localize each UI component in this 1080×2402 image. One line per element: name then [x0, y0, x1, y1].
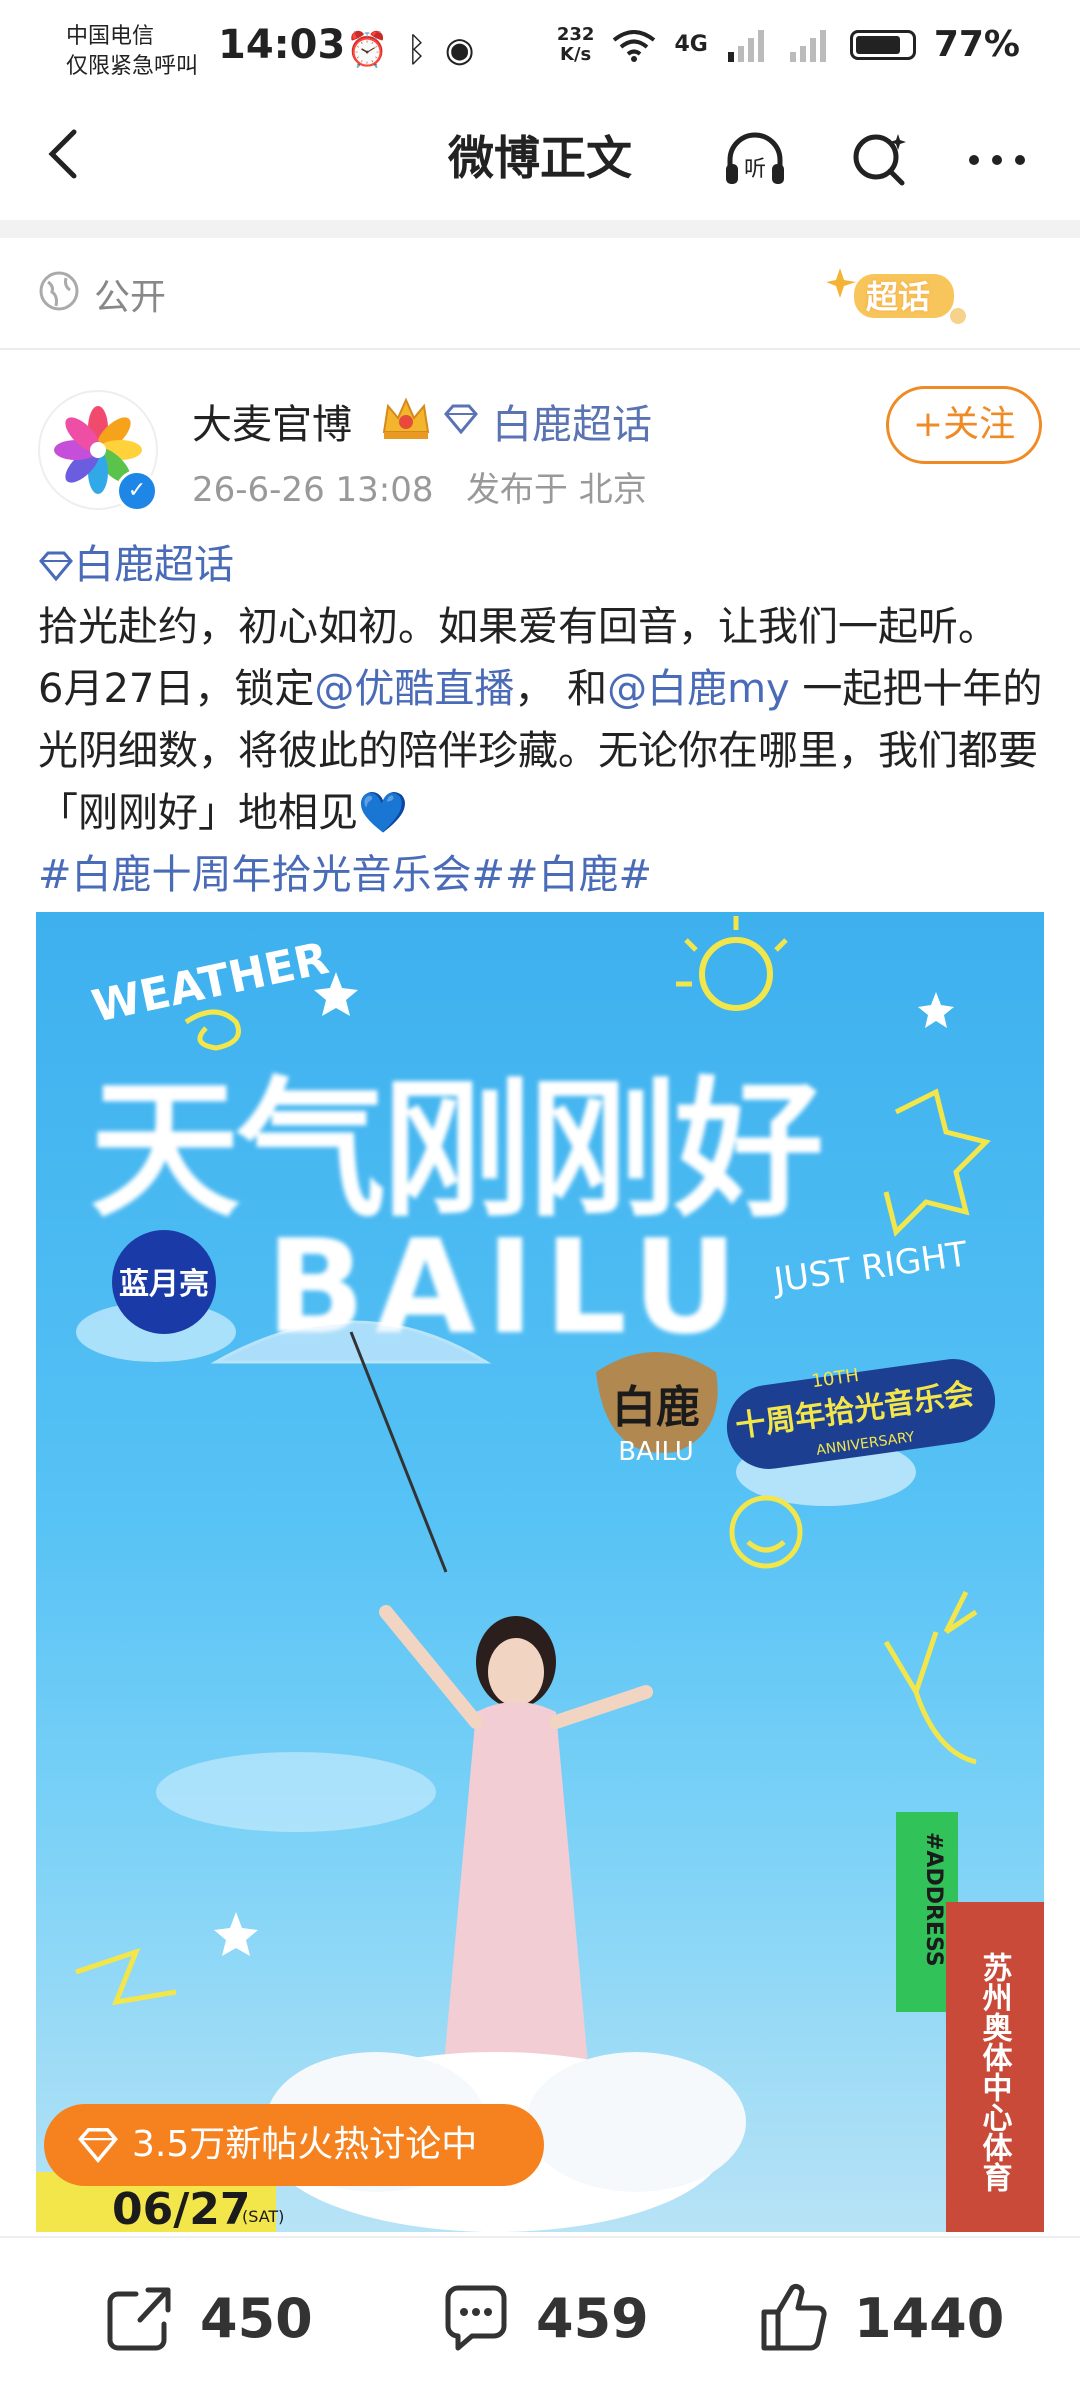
status-right: 232 K/s 4G 77% [557, 24, 1020, 65]
carrier-info: 中国电信 仅限紧急呼叫 [66, 22, 198, 82]
comment-button[interactable]: 459 [436, 2278, 649, 2358]
more-button[interactable] [962, 124, 1032, 194]
chaohua-label: 超话 [866, 278, 931, 316]
more-icon [969, 155, 1025, 165]
follow-button[interactable]: +关注 [886, 386, 1042, 464]
like-count: 1440 [854, 2286, 1005, 2350]
diamond-icon [444, 404, 478, 434]
visibility-row: 公开 超话 [0, 238, 1080, 348]
signal-2-icon [789, 29, 826, 62]
hot-discussion-label: 3.5万新帖火热讨论中 [132, 2124, 478, 2165]
comment-count: 459 [536, 2286, 649, 2350]
visibility-label: 公开 [94, 277, 167, 318]
globe-icon [39, 271, 79, 311]
comment-icon [445, 2285, 507, 2351]
post-line2: 6月27日，锁定@优酷直播， 和@白鹿my 一起把十年的光阴细数，将彼此的陪伴珍… [38, 666, 1043, 836]
post-time: 26-6-26 13:08 [192, 470, 434, 510]
clock: 14:03 [218, 22, 346, 68]
action-bar: 450 459 1440 [0, 2236, 1080, 2402]
verified-icon: ✓ [116, 470, 158, 512]
svg-text:BAILU: BAILU [618, 1437, 694, 1467]
page-title: 微博正文 [448, 131, 632, 185]
crown-icon [382, 397, 430, 439]
hashtags[interactable]: #白鹿十周年拾光音乐会##白鹿# [38, 844, 1048, 906]
carrier-name: 中国电信 [66, 24, 155, 49]
svg-text:白鹿: 白鹿 [612, 1382, 700, 1433]
signal-icon [727, 29, 764, 62]
topic-tag-link[interactable]: 白鹿超话 [74, 542, 234, 588]
nav-bar: 微博正文 听 [0, 96, 1080, 220]
like-button[interactable]: 1440 [754, 2278, 1004, 2358]
status-icons: ⏰ ᛒ ◉ [346, 30, 474, 70]
author-name[interactable]: 大麦官博 [192, 392, 352, 450]
mention-youku[interactable]: @优酷直播 [314, 666, 514, 712]
svg-text:06/27: 06/27 [112, 2184, 251, 2232]
search-icon [853, 134, 906, 186]
svg-text:WEATHER: WEATHER [88, 933, 333, 1033]
listen-button[interactable]: 听 [720, 124, 790, 194]
alarm-icon: ⏰ [346, 30, 389, 70]
post-meta: 26-6-26 13:08 发布于 北京 [192, 462, 647, 511]
location-icon: ◉ [444, 30, 475, 70]
svg-text:#ADDRESS: #ADDRESS [921, 1832, 946, 1967]
share-button[interactable]: 450 [100, 2278, 313, 2358]
chaohua-badge[interactable]: 超话 [826, 260, 976, 332]
battery-icon [849, 29, 916, 60]
status-bar: 中国电信 仅限紧急呼叫 14:03 ⏰ ᛒ ◉ 232 K/s 4G 77% [0, 0, 1080, 96]
post-body: 白鹿超话 拾光赴约，初心如初。如果爱有回音，让我们一起听。 6月27日，锁定@优… [38, 534, 1048, 906]
post-location: 发布于 北京 [465, 470, 647, 510]
hot-discussion-badge[interactable]: 3.5万新帖火热讨论中 [44, 2104, 544, 2186]
post-image[interactable]: WEATHER 天气刚刚好 BAILU JUST RIGHT 蓝月亮 白鹿 BA… [36, 912, 1044, 2232]
thumbs-up-icon [761, 2283, 827, 2351]
diamond-icon [78, 2127, 118, 2164]
svg-text:(SAT): (SAT) [242, 2207, 284, 2226]
svg-text:蓝月亮: 蓝月亮 [119, 1267, 209, 1302]
post-line1: 拾光赴约，初心如初。如果爱有回音，让我们一起听。 [38, 604, 998, 650]
svg-text:苏州奥体中心体育: 苏州奥体中心体育 [977, 1952, 1013, 2192]
divider [0, 348, 1080, 350]
headphones-icon: 听 [726, 132, 784, 184]
topic-link[interactable]: 白鹿超话 [492, 392, 652, 450]
net-speed: 232 K/s [556, 23, 595, 65]
mention-bailu[interactable]: @白鹿my [607, 666, 790, 712]
search-button[interactable] [846, 124, 916, 194]
bluetooth-icon: ᛒ [406, 30, 427, 70]
section-gap [0, 220, 1080, 238]
poster-artwork: WEATHER 天气刚刚好 BAILU JUST RIGHT 蓝月亮 白鹿 BA… [36, 916, 1044, 2232]
share-count: 450 [200, 2286, 313, 2350]
svg-text:JUST RIGHT: JUST RIGHT [770, 1234, 970, 1301]
wifi-icon [613, 29, 656, 62]
topic-tag-row[interactable]: 白鹿超话 [38, 534, 1048, 596]
battery-level: 77% [933, 24, 1020, 65]
network-type: 4G [674, 32, 708, 57]
diamond-icon [39, 551, 73, 582]
heart-emoji: 💙 [358, 790, 408, 836]
svg-text:听: 听 [744, 157, 766, 182]
share-icon [107, 2287, 171, 2351]
carrier-status: 仅限紧急呼叫 [66, 54, 199, 79]
